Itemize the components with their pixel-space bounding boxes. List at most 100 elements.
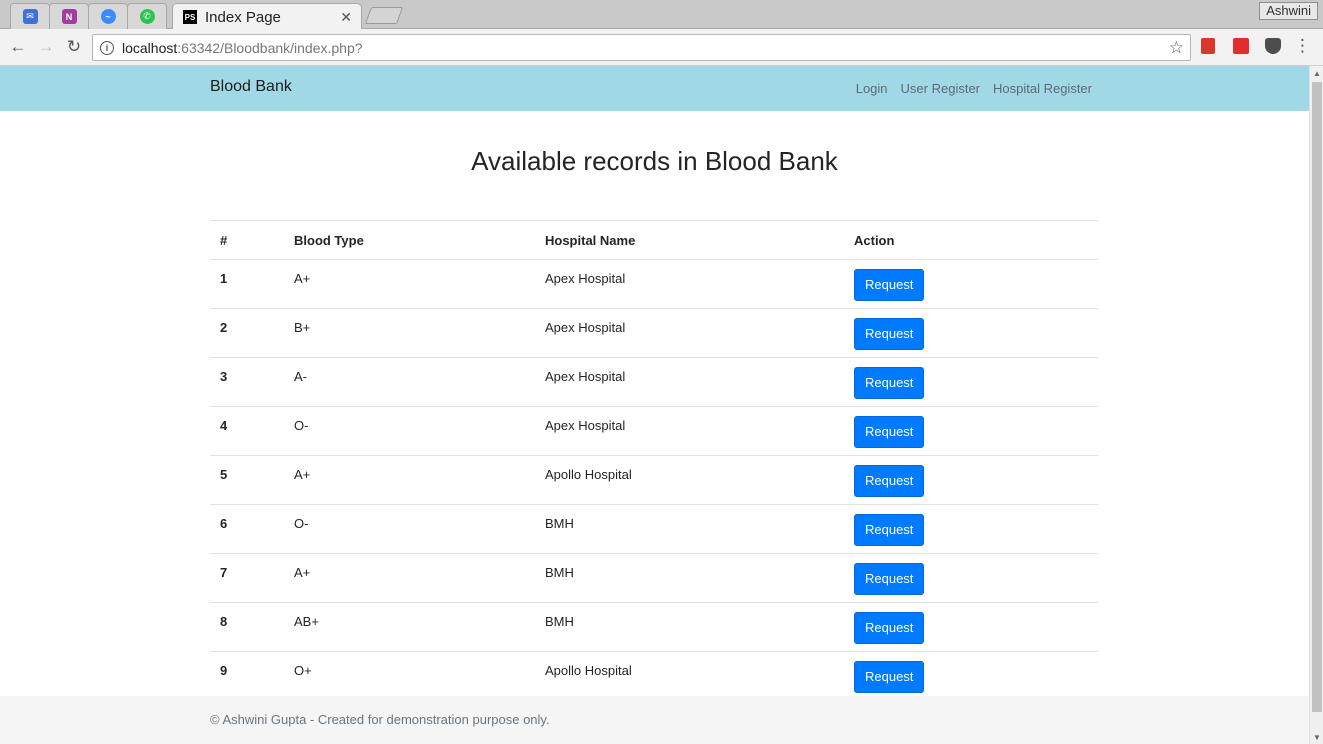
hospital-name-cell: Apollo Hospital	[535, 651, 844, 701]
hospital-name-cell: Apex Hospital	[535, 357, 844, 407]
column-header-action: Action	[844, 220, 1098, 260]
site-navbar: Blood Bank Login User Register Hospital …	[0, 66, 1309, 111]
row-number: 4	[210, 406, 284, 456]
action-cell: Request	[844, 602, 1098, 652]
profile-button[interactable]: Ashwini	[1259, 2, 1318, 20]
lastpass-extension-icon[interactable]	[1233, 38, 1249, 54]
action-cell: Request	[844, 406, 1098, 456]
table-row: 8 AB+ BMH Request	[210, 602, 1098, 652]
table-header-row: # Blood Type Hospital Name Action	[210, 220, 1098, 260]
brand-link[interactable]: Blood Bank	[210, 78, 292, 96]
tab-title: Index Page	[205, 8, 281, 26]
table-row: 2 B+ Apex Hospital Request	[210, 308, 1098, 358]
action-cell: Request	[844, 357, 1098, 407]
table-row: 5 A+ Apollo Hospital Request	[210, 455, 1098, 505]
nav-links: Login User Register Hospital Register	[856, 81, 1092, 96]
action-cell: Request	[844, 308, 1098, 358]
blood-type-cell: O-	[284, 504, 535, 554]
new-tab-button[interactable]	[364, 7, 404, 24]
hospital-name-cell: BMH	[535, 553, 844, 603]
request-button[interactable]: Request	[854, 514, 925, 546]
tab-index-page[interactable]: PS Index Page ✕	[172, 3, 362, 30]
browser-menu-icon[interactable]: ⋮	[1294, 37, 1311, 54]
table-row: 6 O- BMH Request	[210, 504, 1098, 554]
request-button[interactable]: Request	[854, 661, 925, 693]
page-title: Available records in Blood Bank	[471, 146, 838, 176]
info-icon[interactable]: i	[100, 40, 114, 55]
blood-type-cell: O+	[284, 651, 535, 701]
row-number: 1	[210, 259, 284, 309]
action-cell: Request	[844, 259, 1098, 309]
url-host: localhost	[122, 39, 178, 56]
blood-type-cell: O-	[284, 406, 535, 456]
blood-type-cell: A+	[284, 455, 535, 505]
row-number: 3	[210, 357, 284, 407]
column-header-blood-type: Blood Type	[284, 220, 535, 260]
nav-login-link[interactable]: Login	[856, 81, 888, 96]
request-button[interactable]: Request	[854, 563, 925, 595]
bookmark-star-icon[interactable]: ☆	[1169, 38, 1184, 58]
blood-type-cell: B+	[284, 308, 535, 358]
records-table: # Blood Type Hospital Name Action 1 A+ Ape…	[210, 220, 1098, 701]
tab-whatsapp[interactable]: ✆	[127, 3, 167, 29]
row-number: 7	[210, 553, 284, 603]
table-row: 3 A- Apex Hospital Request	[210, 357, 1098, 407]
request-button[interactable]: Request	[854, 465, 925, 497]
tab-messenger[interactable]: ~	[88, 3, 128, 29]
row-number: 5	[210, 455, 284, 505]
row-number: 2	[210, 308, 284, 358]
page-scrollbar[interactable]: ▲ ▼	[1309, 66, 1323, 744]
hospital-name-cell: Apex Hospital	[535, 406, 844, 456]
browser-toolbar: ← → ↻ i localhost:63342/Bloodbank/index.…	[0, 29, 1323, 66]
blood-type-cell: A-	[284, 357, 535, 407]
messenger-icon: ~	[100, 9, 116, 24]
scroll-up-icon[interactable]: ▲	[1310, 66, 1323, 80]
nav-user-register-link[interactable]: User Register	[901, 81, 980, 96]
row-number: 9	[210, 651, 284, 701]
hospital-name-cell: Apex Hospital	[535, 259, 844, 309]
action-cell: Request	[844, 504, 1098, 554]
request-button[interactable]: Request	[854, 612, 925, 644]
request-button[interactable]: Request	[854, 318, 925, 350]
tab-inbox[interactable]: ✉	[10, 3, 50, 29]
action-cell: Request	[844, 651, 1098, 701]
whatsapp-icon: ✆	[139, 9, 155, 24]
nav-hospital-register-link[interactable]: Hospital Register	[993, 81, 1092, 96]
footer-text: © Ashwini Gupta - Created for demonstrat…	[210, 712, 550, 727]
table-row: 9 O+ Apollo Hospital Request	[210, 651, 1098, 701]
url-path: :63342/Bloodbank/index.php?	[177, 39, 363, 56]
pocket-extension-icon[interactable]	[1265, 38, 1281, 54]
blood-type-cell: A+	[284, 259, 535, 309]
reload-icon[interactable]: ↻	[64, 37, 84, 57]
close-tab-icon[interactable]: ✕	[340, 9, 352, 26]
request-button[interactable]: Request	[854, 269, 925, 301]
action-cell: Request	[844, 553, 1098, 603]
row-number: 6	[210, 504, 284, 554]
scroll-down-icon[interactable]: ▼	[1310, 730, 1323, 744]
column-header-num: #	[210, 220, 284, 260]
site-footer: © Ashwini Gupta - Created for demonstrat…	[0, 696, 1309, 744]
tab-onenote[interactable]: N	[49, 3, 89, 29]
hospital-name-cell: BMH	[535, 602, 844, 652]
table-row: 7 A+ BMH Request	[210, 553, 1098, 603]
table-row: 1 A+ Apex Hospital Request	[210, 259, 1098, 309]
phpstorm-icon: PS	[183, 10, 197, 24]
hospital-name-cell: BMH	[535, 504, 844, 554]
action-cell: Request	[844, 455, 1098, 505]
inbox-mail-icon: ✉	[22, 9, 38, 24]
forward-arrow-icon[interactable]: →	[36, 37, 56, 57]
request-button[interactable]: Request	[854, 416, 925, 448]
scrollbar-thumb[interactable]	[1312, 82, 1322, 712]
request-button[interactable]: Request	[854, 367, 925, 399]
page-viewport: Blood Bank Login User Register Hospital …	[0, 66, 1309, 744]
back-arrow-icon[interactable]: ←	[8, 37, 28, 57]
bookmark-extension-icon[interactable]	[1201, 38, 1215, 54]
browser-tab-strip: ✉ N ~ ✆ PS Index Page ✕ Ashwini	[0, 0, 1323, 30]
blood-type-cell: AB+	[284, 602, 535, 652]
hospital-name-cell: Apex Hospital	[535, 308, 844, 358]
address-bar[interactable]: i localhost:63342/Bloodbank/index.php? ☆	[92, 34, 1191, 61]
hospital-name-cell: Apollo Hospital	[535, 455, 844, 505]
onenote-icon: N	[61, 9, 77, 24]
column-header-hospital: Hospital Name	[535, 220, 844, 260]
table-row: 4 O- Apex Hospital Request	[210, 406, 1098, 456]
